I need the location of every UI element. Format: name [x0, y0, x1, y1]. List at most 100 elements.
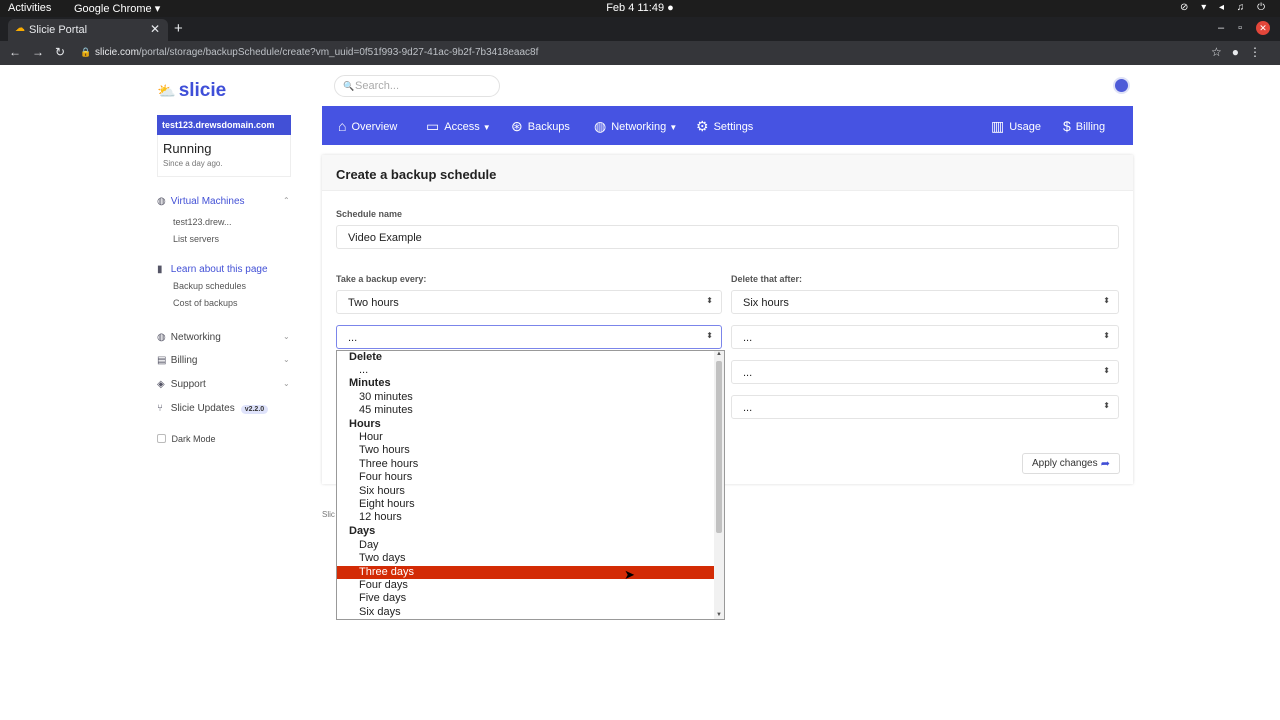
bookmark-star-icon[interactable]: ☆ [1211, 45, 1232, 59]
sidebar-item-updates[interactable]: ⑂ Slicie Updates v2.2.0 [157, 403, 269, 414]
monitor-icon: ▭ [426, 118, 440, 134]
forward-icon[interactable]: → [32, 45, 55, 59]
option-two-hours[interactable]: Two hours [337, 444, 714, 457]
sidebar-item-billing[interactable]: ▤ Billing ⌄ [157, 355, 291, 366]
globe-icon: ◍ [594, 118, 607, 134]
gear-icon: ⚙ [696, 118, 709, 134]
dropdown-scrollbar[interactable]: ▲ ▼ [714, 351, 724, 619]
top-navigation: ⌂ Overview ▭ Access ▼ ⊛ Backups ◍ Networking… [322, 106, 1133, 145]
every-label: Take a backup every: [336, 274, 427, 284]
server-name-badge[interactable]: test123.drewsdomain.com [157, 115, 291, 135]
sidebar-item-networking[interactable]: ◍ Networking ⌄ [157, 332, 291, 343]
checkbox-icon[interactable] [157, 434, 166, 443]
url-field[interactable]: slicie.com/portal/storage/backupSchedule… [95, 47, 538, 58]
system-tray[interactable]: ⊘ ▾ ◂ ♫ ⏻ [1180, 2, 1270, 13]
group-delete: Delete [349, 351, 383, 363]
option-three-days[interactable]: Three days [337, 566, 714, 579]
tab-strip [0, 17, 1280, 41]
option-eight-hours[interactable]: Eight hours [337, 498, 714, 511]
back-icon[interactable]: ← [9, 45, 32, 59]
close-tab-icon[interactable]: ✕ [150, 22, 160, 36]
nav-usage[interactable]: ▥ Usage [991, 118, 1041, 135]
interval-dropdown-list[interactable]: Delete ... Minutes 30 minutes 45 minutes… [336, 350, 725, 620]
window-controls: –▫ ✕ [1218, 21, 1270, 35]
globe-icon: ◍ [157, 196, 166, 207]
reload-icon[interactable]: ↻ [55, 45, 76, 59]
os-top-bar: Activities Google Chrome ▾ Feb 4 11:49 ●… [0, 0, 1280, 17]
menu-kebab-icon[interactable]: ⋮ [1249, 45, 1271, 59]
nav-billing[interactable]: $ Billing [1063, 118, 1105, 134]
scroll-down-icon[interactable]: ▼ [716, 612, 722, 618]
group-minutes: Minutes [349, 377, 391, 389]
caret-down-icon: ▼ [669, 123, 678, 132]
schedule-name-input[interactable]: Video Example [336, 225, 1119, 249]
option-45-minutes[interactable]: 45 minutes [337, 404, 714, 417]
sidebar-subitem-list-servers[interactable]: List servers [173, 234, 219, 244]
chevron-up-icon: ⌃ [283, 196, 290, 205]
browser-tab[interactable]: ☁ Slicie Portal ✕ [8, 19, 168, 41]
mouse-cursor-icon: ➤ [624, 567, 635, 582]
every-select-1[interactable]: Two hours ⬍ [336, 290, 722, 314]
sidebar-subitem-backup-schedules[interactable]: Backup schedules [173, 281, 246, 291]
nav-networking[interactable]: ◍ Networking ▼ [594, 118, 677, 135]
caret-down-icon: ▼ [482, 123, 491, 132]
option-five-days[interactable]: Five days [337, 592, 714, 605]
minimize-icon[interactable]: – [1218, 22, 1238, 34]
delete-after-label: Delete that after: [731, 274, 803, 284]
nav-settings[interactable]: ⚙ Settings [696, 118, 753, 135]
nav-access[interactable]: ▭ Access ▼ [426, 118, 491, 135]
profile-icon[interactable]: ● [1232, 45, 1249, 59]
maximize-icon[interactable]: ▫ [1238, 22, 1256, 34]
nav-backups[interactable]: ⊛ Backups [511, 118, 570, 135]
option-six-days[interactable]: Six days [337, 606, 714, 619]
tab-title: Slicie Portal [29, 24, 88, 36]
option-30-minutes[interactable]: 30 minutes [337, 391, 714, 404]
lifebuoy-icon: ⊛ [511, 118, 523, 134]
clock[interactable]: Feb 4 11:49 ● [0, 2, 1280, 14]
sidebar-item-learn[interactable]: ▮ Learn about this page [157, 264, 268, 275]
support-icon: ◈ [157, 379, 165, 390]
nav-buttons: ←→↻ [9, 45, 76, 59]
delete-select-2[interactable]: ... ⬍ [731, 325, 1119, 349]
sidebar-item-support[interactable]: ◈ Support ⌄ [157, 379, 291, 390]
sidebar-subitem-vm[interactable]: test123.drew... [173, 217, 232, 227]
cloud-sun-icon: ⛅ [157, 83, 176, 100]
select-arrows-icon: ⬍ [1103, 366, 1110, 375]
lock-icon[interactable]: 🔒 [80, 47, 91, 58]
new-tab-button[interactable]: + [174, 20, 183, 37]
delete-select-4[interactable]: ... ⬍ [731, 395, 1119, 419]
option-hour[interactable]: Hour [337, 431, 714, 444]
option-four-hours[interactable]: Four hours [337, 471, 714, 484]
server-since: Since a day ago. [163, 159, 223, 168]
globe-icon: ◍ [157, 332, 166, 343]
scrollbar-thumb[interactable] [716, 361, 722, 533]
slicie-logo[interactable]: ⛅ slicie [157, 80, 226, 102]
group-hours: Hours [349, 418, 381, 430]
delete-select-3[interactable]: ... ⬍ [731, 360, 1119, 384]
apply-changes-button[interactable]: Apply changes ➦ [1022, 453, 1120, 474]
scroll-up-icon[interactable]: ▲ [716, 351, 722, 357]
bar-chart-icon: ▥ [991, 118, 1005, 134]
option-four-days[interactable]: Four days [337, 579, 714, 592]
sidebar-subitem-cost-of-backups[interactable]: Cost of backups [173, 298, 238, 308]
option-day[interactable]: Day [337, 539, 714, 552]
user-avatar[interactable] [1113, 77, 1130, 94]
search-input[interactable]: 🔍 Search... [334, 75, 500, 97]
dollar-icon: $ [1063, 118, 1071, 134]
option-12-hours[interactable]: 12 hours [337, 511, 714, 524]
delete-select-1[interactable]: Six hours ⬍ [731, 290, 1119, 314]
nav-overview[interactable]: ⌂ Overview [338, 118, 397, 134]
option-six-hours[interactable]: Six hours [337, 485, 714, 498]
sidebar-item-virtual-machines[interactable]: ◍ Virtual Machines ⌃ [157, 196, 290, 207]
option-two-days[interactable]: Two days [337, 552, 714, 565]
favicon-icon: ☁ [15, 23, 25, 34]
close-window-icon[interactable]: ✕ [1256, 21, 1270, 35]
dark-mode-toggle[interactable]: Dark Mode [157, 434, 216, 444]
option-delete[interactable]: ... [337, 364, 714, 377]
git-branch-icon: ⑂ [157, 403, 163, 414]
server-status: Running [163, 141, 212, 156]
option-three-hours[interactable]: Three hours [337, 458, 714, 471]
book-icon: ▮ [157, 264, 163, 275]
card-header: Create a backup schedule [322, 155, 1133, 191]
every-select-2[interactable]: ... ⬍ [336, 325, 722, 349]
